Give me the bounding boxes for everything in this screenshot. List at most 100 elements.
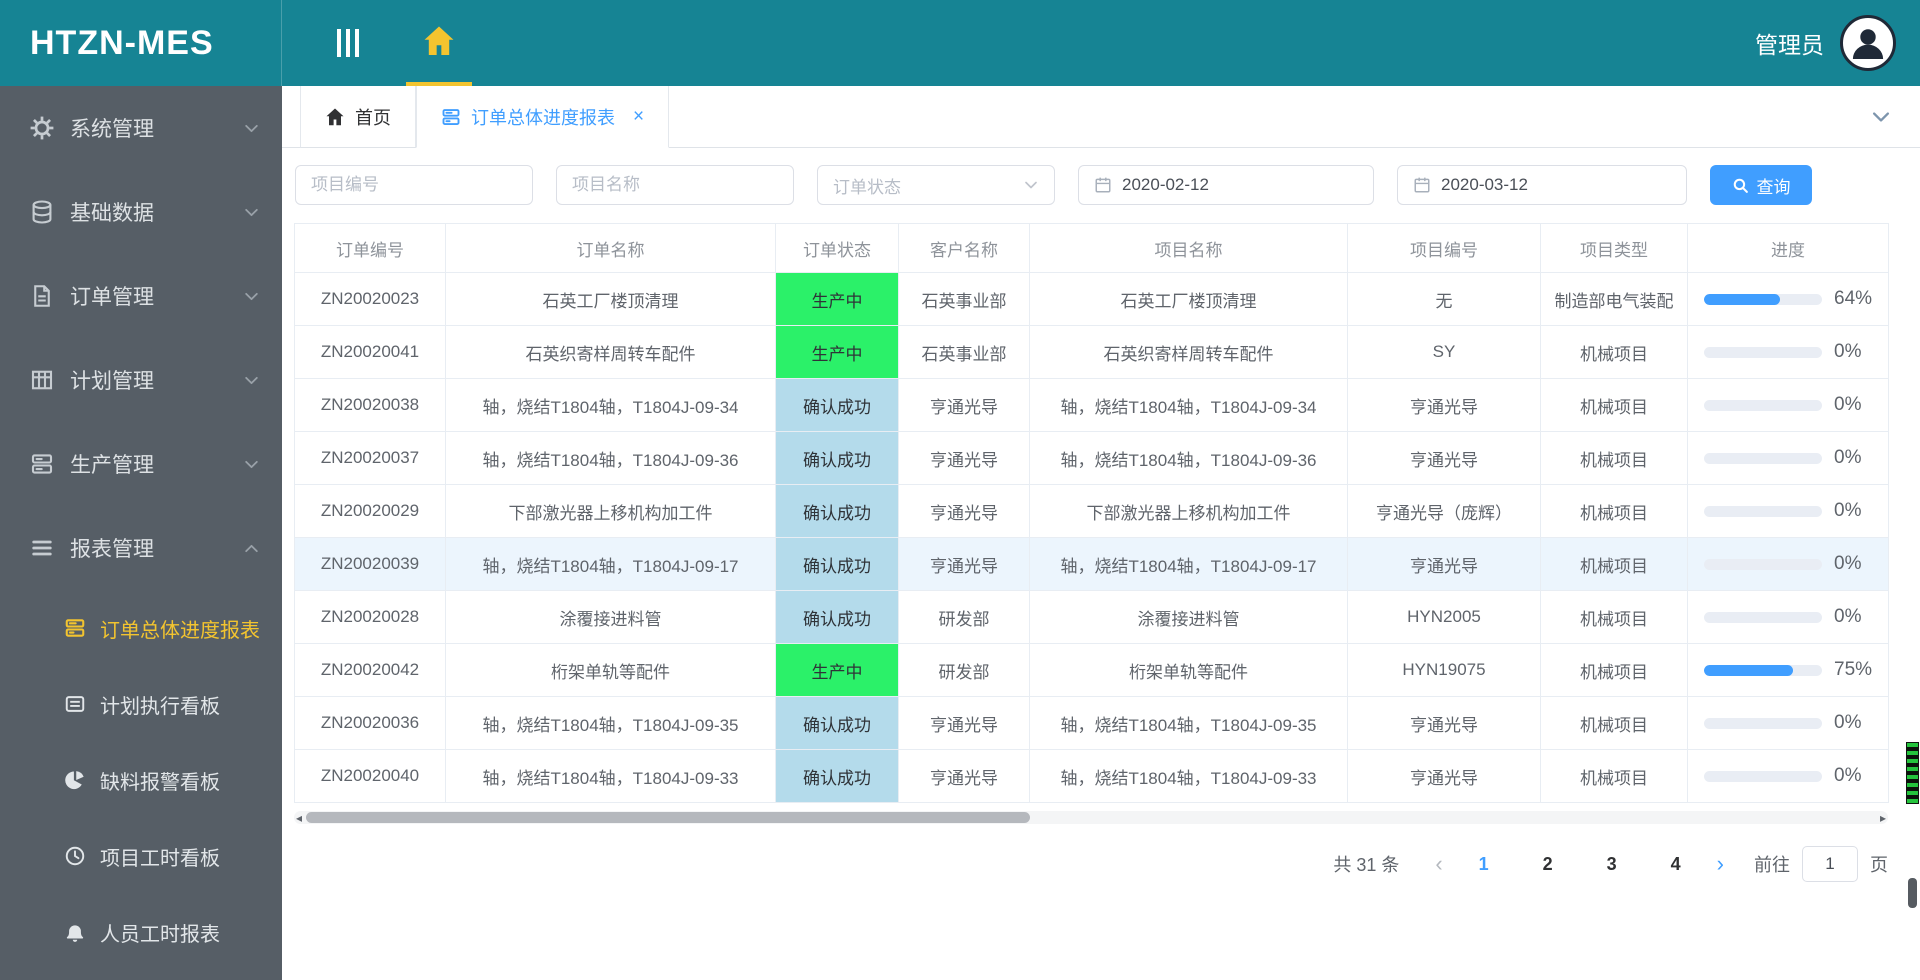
date-from-picker[interactable]: 2020-02-12 (1078, 165, 1374, 205)
chevron-down-icon (243, 540, 260, 557)
close-icon[interactable]: × (633, 106, 644, 128)
sidebar-subitem-5-3[interactable]: 项目工时看板 (0, 818, 282, 894)
table-row[interactable]: ZN20020036 轴，烧结T1804轴，T1804J-09-35 确认成功 亨通光… (294, 696, 1889, 750)
collapse-menu-button[interactable] (318, 0, 378, 86)
pagination-page-2[interactable]: 2 (1537, 854, 1559, 875)
cell-project_type: 制造部电气装配 (1540, 272, 1688, 326)
cell-project_no: 亨通光导 (1347, 749, 1541, 803)
scroll-left-arrow-icon[interactable]: ◂ (296, 811, 302, 825)
pagination-page-4[interactable]: 4 (1665, 854, 1687, 875)
date-from-value: 2020-02-12 (1122, 175, 1209, 194)
vertical-scrollbar-thumb[interactable] (1908, 878, 1917, 908)
cell-order_name: 石英工厂楼顶清理 (445, 272, 776, 326)
tab-bar: 首页 订单总体进度报表 × (282, 86, 1920, 148)
table-row[interactable]: ZN20020037 轴，烧结T1804轴，T1804J-09-36 确认成功 亨通光… (294, 431, 1889, 485)
cell-project_name: 轴，烧结T1804轴，T1804J-09-36 (1029, 431, 1348, 485)
column-header: 订单名称 (445, 223, 776, 273)
cell-project_type: 机械项目 (1540, 484, 1688, 538)
cell-project_no: HYN2005 (1347, 590, 1541, 644)
sidebar-item-5[interactable]: 报表管理 (0, 506, 282, 590)
table-row[interactable]: ZN20020028 涂覆接进料管 确认成功 研发部 涂覆接进料管 HYN2005 机械项目… (294, 590, 1889, 644)
date-to-value: 2020-03-12 (1441, 175, 1528, 194)
sidebar-subitem-5-0[interactable]: 订单总体进度报表 (0, 590, 282, 666)
cell-project_name: 石英织寄样周转车配件 (1029, 325, 1348, 379)
cell-order_no: ZN20020029 (294, 484, 446, 538)
sidebar-item-1[interactable]: 基础数据 (0, 170, 282, 254)
cell-project_name: 轴，烧结T1804轴，T1804J-09-35 (1029, 696, 1348, 750)
person-icon (1846, 21, 1890, 65)
cell-order_name: 轴，烧结T1804轴，T1804J-09-34 (445, 378, 776, 432)
cell-order_no: ZN20020038 (294, 378, 446, 432)
cell-order_no: ZN20020042 (294, 643, 446, 697)
cell-project_type: 机械项目 (1540, 431, 1688, 485)
sidebar-item-4[interactable]: 生产管理 (0, 422, 282, 506)
report-icon (30, 536, 54, 560)
avatar[interactable] (1840, 15, 1896, 71)
table-row[interactable]: ZN20020042 桁架单轨等配件 生产中 研发部 桁架单轨等配件 HYN19075 机械… (294, 643, 1889, 697)
progress-value: 0% (1834, 712, 1862, 733)
table-row[interactable]: ZN20020039 轴，烧结T1804轴，T1804J-09-17 确认成功 亨通光… (294, 537, 1889, 591)
cell-progress: 0% (1687, 484, 1889, 538)
sidebar-subitem-5-2[interactable]: 缺料报警看板 (0, 742, 282, 818)
progress-value: 0% (1834, 500, 1862, 521)
cell-order_no: ZN20020028 (294, 590, 446, 644)
cell-project_name: 石英工厂楼顶清理 (1029, 272, 1348, 326)
sidebar-item-label: 报表管理 (70, 538, 154, 561)
sidebar-item-2[interactable]: 订单管理 (0, 254, 282, 338)
tab-1[interactable]: 订单总体进度报表 × (416, 86, 670, 148)
cell-project_no: 无 (1347, 272, 1541, 326)
sidebar-item-3[interactable]: 计划管理 (0, 338, 282, 422)
tab-list-dropdown[interactable] (1870, 106, 1892, 128)
progress-value: 0% (1834, 394, 1862, 415)
sidebar-subitem-5-4[interactable]: 人员工时报表 (0, 894, 282, 970)
order-status-select[interactable]: 订单状态 (817, 165, 1055, 205)
pagination-page-1[interactable]: 1 (1473, 854, 1495, 875)
table-row[interactable]: ZN20020029 下部激光器上移机构加工件 确认成功 亨通光导 下部激光器上移机构加… (294, 484, 1889, 538)
plan-board-icon (64, 693, 86, 715)
sidebar-item-label: 生产管理 (70, 454, 154, 477)
plan-icon (30, 368, 54, 392)
table-row[interactable]: ZN20020023 石英工厂楼顶清理 生产中 石英事业部 石英工厂楼顶清理无制造部电气… (294, 272, 1889, 326)
project-name-input[interactable] (556, 165, 794, 205)
cell-progress: 0% (1687, 537, 1889, 591)
cell-progress: 0% (1687, 590, 1889, 644)
date-to-picker[interactable]: 2020-03-12 (1397, 165, 1687, 205)
pagination: 共 31 条 ‹ 1 2 3 4 › 前往 页 (294, 846, 1888, 882)
cell-project_type: 机械项目 (1540, 378, 1688, 432)
status-badge: 确认成功 (775, 484, 899, 538)
cell-project_type: 机械项目 (1540, 696, 1688, 750)
scroll-right-arrow-icon[interactable]: ▸ (1880, 811, 1886, 825)
cell-project_type: 机械项目 (1540, 325, 1688, 379)
table-row[interactable]: ZN20020041 石英织寄样周转车配件 生产中 石英事业部 石英织寄样周转车配件 SY… (294, 325, 1889, 379)
project-hours-icon (64, 845, 86, 867)
cell-progress: 0% (1687, 696, 1889, 750)
pagination-goto-input[interactable] (1802, 846, 1858, 882)
list-icon (441, 107, 461, 127)
cell-project_name: 桁架单轨等配件 (1029, 643, 1348, 697)
horizontal-scrollbar-thumb[interactable] (306, 812, 1030, 823)
pagination-page-3[interactable]: 3 (1601, 854, 1623, 875)
cell-order_name: 轴，烧结T1804轴，T1804J-09-35 (445, 696, 776, 750)
progress-value: 0% (1834, 447, 1862, 468)
pagination-prev-button[interactable]: ‹ (1435, 853, 1442, 875)
sidebar-item-0[interactable]: 系统管理 (0, 86, 282, 170)
search-button[interactable]: 查询 (1710, 165, 1812, 205)
tab-label: 订单总体进度报表 (471, 107, 615, 128)
project-no-input[interactable] (295, 165, 533, 205)
table-row[interactable]: ZN20020038 轴，烧结T1804轴，T1804J-09-34 确认成功 亨通光… (294, 378, 1889, 432)
app-logo: HTZN-MES (0, 0, 282, 86)
cell-customer: 研发部 (898, 590, 1030, 644)
sidebar-item-label: 系统管理 (70, 118, 154, 141)
column-header: 进度 (1687, 223, 1889, 273)
horizontal-scrollbar[interactable]: ◂ ▸ (294, 811, 1888, 825)
tab-0[interactable]: 首页 (300, 86, 416, 148)
cell-customer: 亨通光导 (898, 696, 1030, 750)
pagination-next-button[interactable]: › (1717, 853, 1724, 875)
app-header: HTZN-MES 管理员 (0, 0, 1920, 86)
progress-bar (1704, 452, 1822, 464)
sidebar-subitem-5-1[interactable]: 计划执行看板 (0, 666, 282, 742)
home-button[interactable] (406, 0, 472, 86)
table-row[interactable]: ZN20020040 轴，烧结T1804轴，T1804J-09-33 确认成功 亨通光… (294, 749, 1889, 803)
progress-value: 0% (1834, 341, 1862, 362)
calendar-icon (1413, 176, 1431, 194)
